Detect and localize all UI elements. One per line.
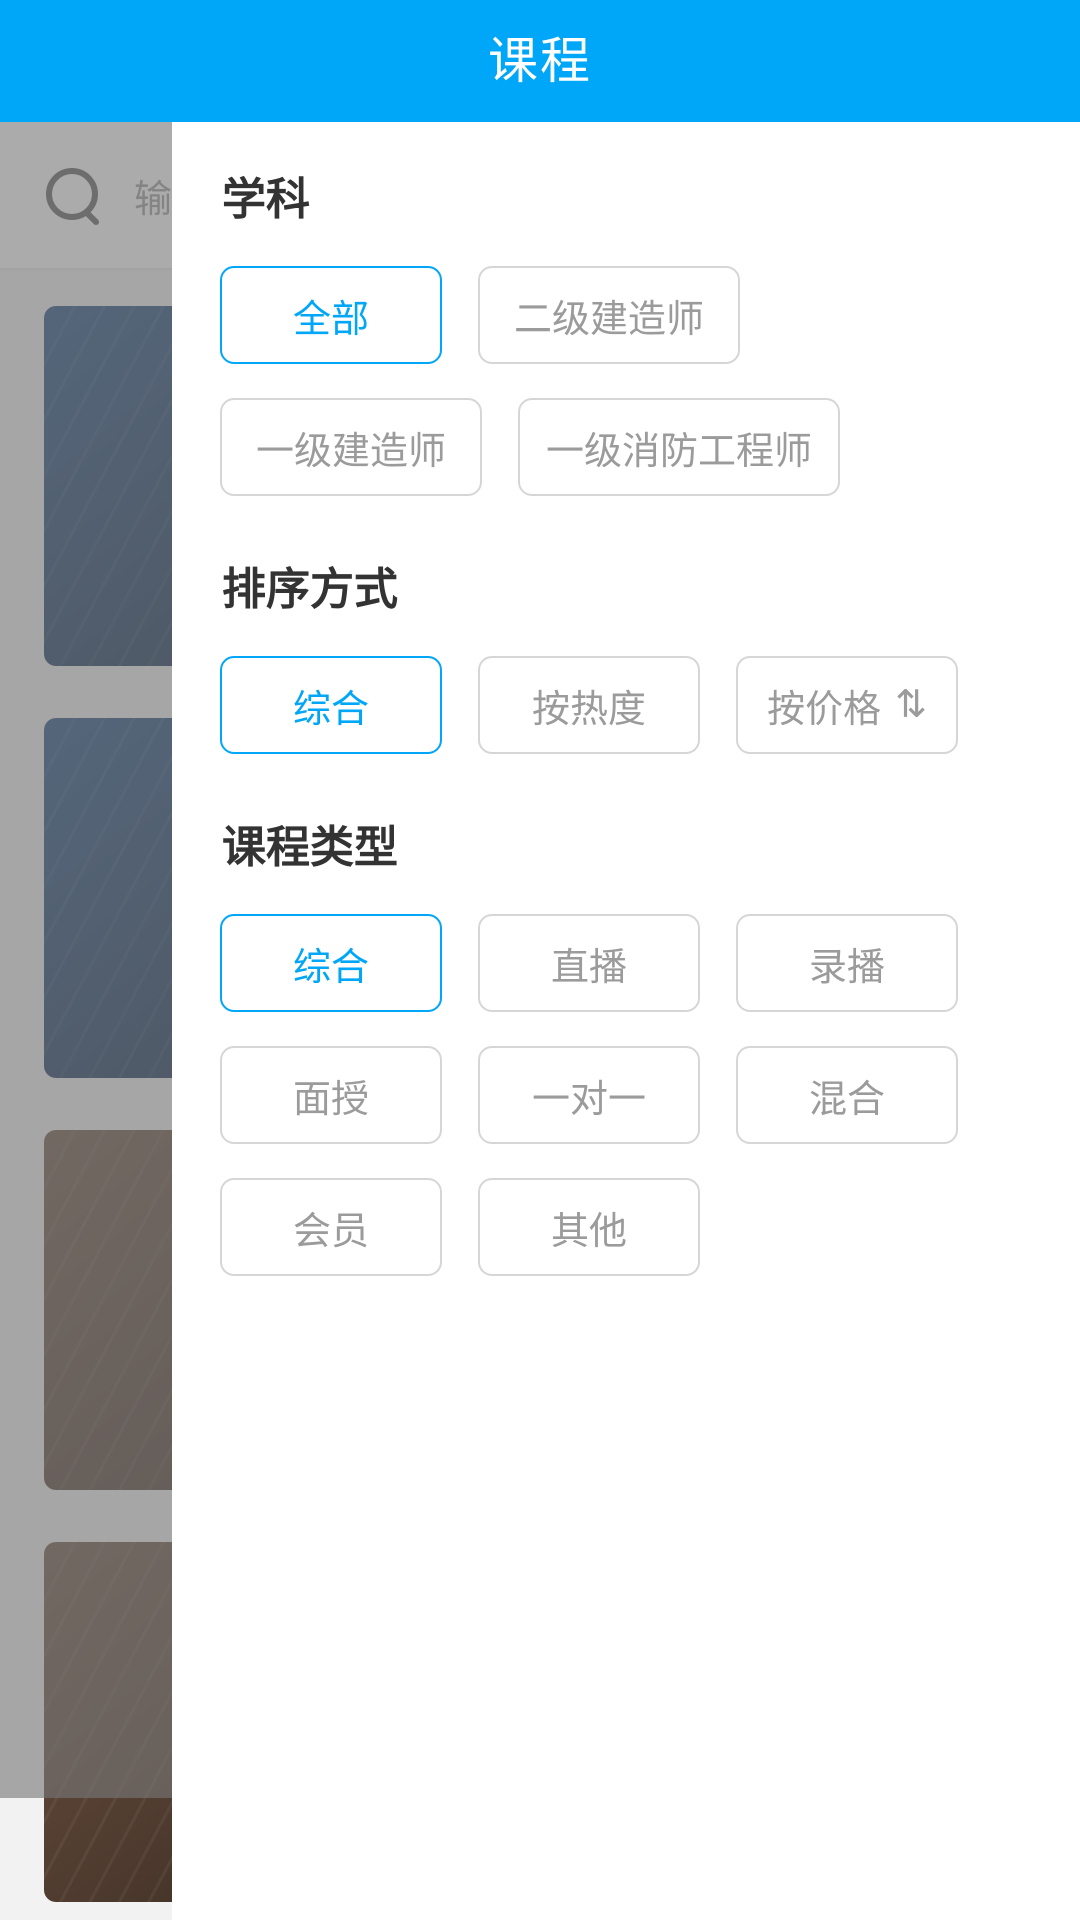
filter-chip-group: 综合 直播 录播面授 一对一 混合会员 其他 xyxy=(220,914,1000,1276)
filter-drawer: 学科 全部 二级建造师 一级建造师 一级消防工程师 排序方式 综合 按热度 按价格 ⇅ 课程类型 综合… xyxy=(172,122,1080,1920)
filter-chip-label: 一级建造师 xyxy=(255,430,446,473)
filter-chip-label: 按价格 xyxy=(767,688,882,731)
filter-chip-course-type-0[interactable]: 综合 xyxy=(220,914,442,1012)
filter-chip-sort-0[interactable]: 综合 xyxy=(220,656,442,754)
filter-chip-course-type-2[interactable]: 录播 xyxy=(736,914,958,1012)
filter-chip-subject-1[interactable]: 二级建造师 xyxy=(478,266,740,364)
filter-chip-label: 按热度 xyxy=(531,688,646,731)
filter-chip-label: 一对一 xyxy=(531,1078,646,1121)
filter-chip-label: 混合 xyxy=(808,1078,885,1121)
filter-chip-course-type-3[interactable]: 面授 xyxy=(220,1046,442,1144)
sort-updown-icon: ⇅ xyxy=(895,684,927,726)
filter-chip-label: 其他 xyxy=(550,1210,627,1253)
app-root: 课程 输入课程名称 《建设工程法规及相关知识》录播《建设工程法规及相关知识》录播… xyxy=(0,0,1080,1920)
filter-chip-label: 综合 xyxy=(292,688,369,731)
filter-section-title: 学科 xyxy=(222,175,310,224)
filter-chip-group: 综合 按热度 按价格 ⇅ xyxy=(220,656,1000,754)
app-header: 课程 xyxy=(0,0,1080,122)
filter-chip-label: 全部 xyxy=(292,298,369,341)
filter-chip-course-type-5[interactable]: 混合 xyxy=(736,1046,958,1144)
filter-chip-sort-1[interactable]: 按热度 xyxy=(478,656,700,754)
filter-chip-subject-2[interactable]: 一级建造师 xyxy=(220,398,482,496)
filter-section-course-type: 课程类型综合 直播 录播面授 一对一 混合会员 其他 xyxy=(220,826,1080,1276)
filter-chip-label: 直播 xyxy=(550,946,627,989)
filter-chip-subject-3[interactable]: 一级消防工程师 xyxy=(518,398,841,496)
filter-chip-course-type-7[interactable]: 其他 xyxy=(478,1178,700,1276)
filter-section-title: 课程类型 xyxy=(222,823,398,872)
filter-chip-course-type-6[interactable]: 会员 xyxy=(220,1178,442,1276)
filter-chip-course-type-1[interactable]: 直播 xyxy=(478,914,700,1012)
filter-section-sort: 排序方式综合 按热度 按价格 ⇅ xyxy=(220,568,1080,754)
filter-section-subject: 学科全部 二级建造师一级建造师 一级消防工程师 xyxy=(220,178,1080,496)
filter-chip-label: 二级建造师 xyxy=(513,298,704,341)
filter-chip-label: 录播 xyxy=(808,946,885,989)
filter-chip-group: 全部 二级建造师一级建造师 一级消防工程师 xyxy=(220,266,1000,496)
filter-chip-label: 综合 xyxy=(292,946,369,989)
filter-chip-label: 一级消防工程师 xyxy=(546,430,813,473)
filter-chip-course-type-4[interactable]: 一对一 xyxy=(478,1046,700,1144)
filter-chip-sort-2[interactable]: 按价格 ⇅ xyxy=(736,656,958,754)
filter-chip-label: 会员 xyxy=(292,1210,369,1253)
page-title: 课程 xyxy=(488,33,592,89)
filter-chip-label: 面授 xyxy=(292,1078,369,1121)
filter-chip-subject-0[interactable]: 全部 xyxy=(220,266,442,364)
filter-section-title: 排序方式 xyxy=(222,565,398,614)
